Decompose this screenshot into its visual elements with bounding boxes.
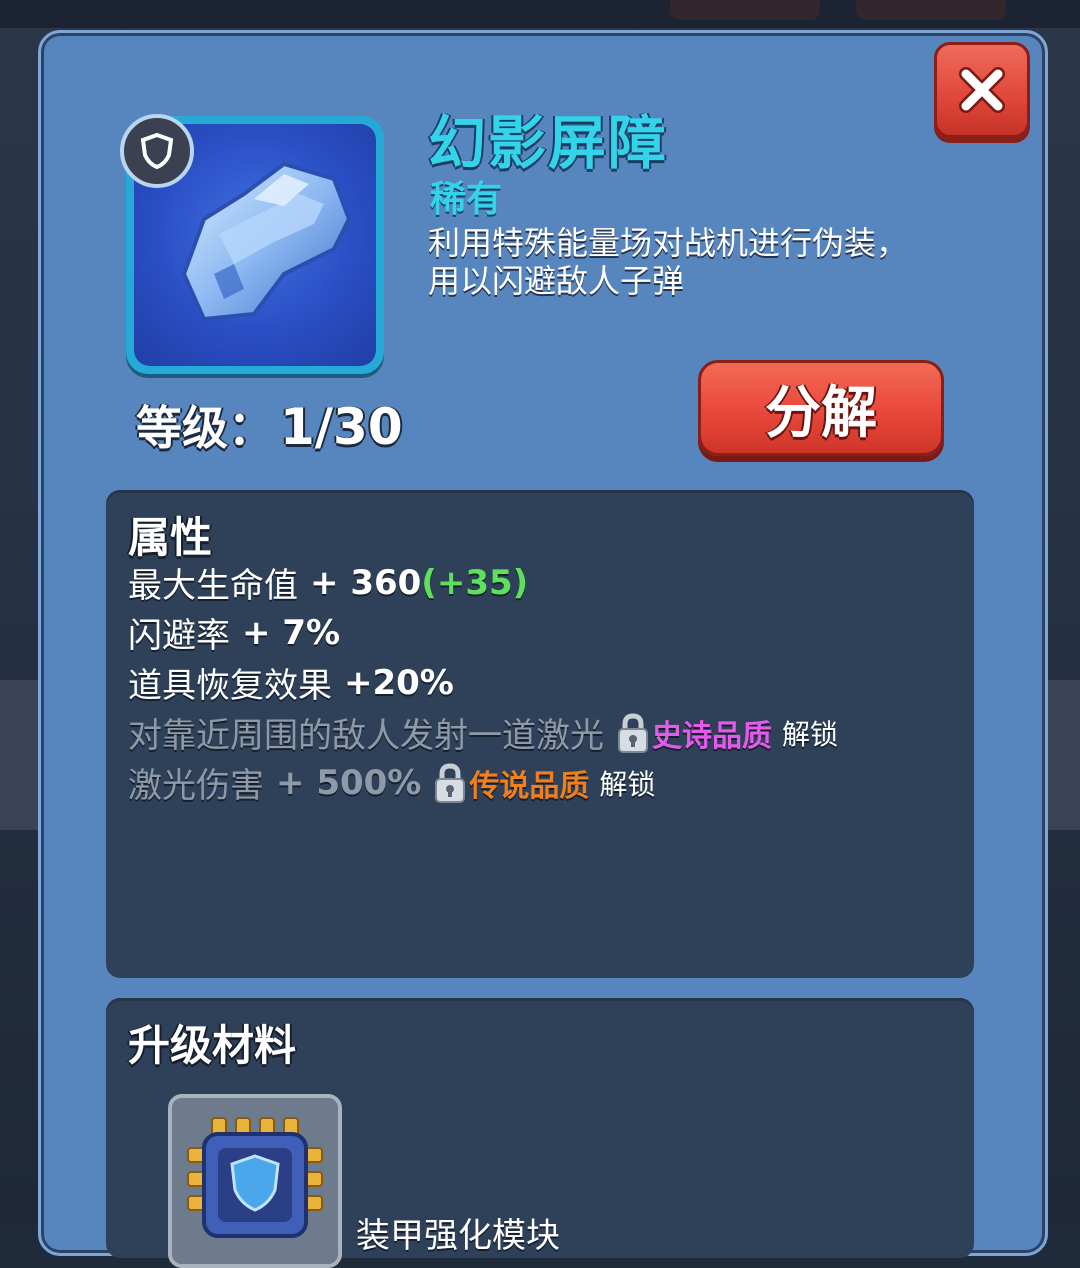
attribute-label: 激光伤害 bbox=[128, 766, 264, 806]
level-value: 1/30 bbox=[280, 398, 403, 456]
level-label: 等级： bbox=[136, 401, 274, 455]
decompose-button[interactable]: 分解 bbox=[698, 360, 944, 456]
materials-title: 升级材料 bbox=[128, 1021, 297, 1070]
close-icon bbox=[959, 67, 1005, 113]
material-name: 装甲强化模块 bbox=[356, 1216, 560, 1256]
attribute-label: 最大生命值 bbox=[128, 566, 298, 606]
attribute-label: 闪避率 bbox=[128, 616, 230, 656]
attribute-value: + 360 bbox=[310, 562, 422, 603]
locked-attribute-laser-damage: 激光伤害 + 500% 传说品质 解锁 bbox=[128, 758, 655, 807]
attribute-label: 道具恢复效果 bbox=[128, 666, 332, 706]
attributes-panel: 属性 最大生命值 + 360 (+35) 闪避率 + 7% 道具恢复效果 +20… bbox=[106, 490, 974, 978]
attribute-line-max-hp: 最大生命值 + 360 (+35) bbox=[128, 558, 528, 607]
attribute-label: 对靠近周围的敌人发射一道激光 bbox=[128, 716, 604, 756]
material-slot[interactable] bbox=[168, 1094, 342, 1268]
upgrade-materials-panel: 升级材料 装甲强化模块 bbox=[106, 998, 974, 1268]
attribute-value: +20% bbox=[344, 662, 454, 703]
shield-icon bbox=[120, 114, 194, 188]
attribute-bonus: (+35) bbox=[421, 562, 529, 603]
close-button[interactable] bbox=[934, 42, 1030, 138]
unlock-label: 解锁 bbox=[782, 717, 839, 751]
item-description: 利用特殊能量场对战机进行伪装，用以闪避敌人子弹 bbox=[428, 224, 909, 300]
item-name: 幻影屏障 bbox=[428, 109, 669, 177]
quality-epic-label: 史诗品质 bbox=[652, 718, 772, 754]
attribute-value: + 7% bbox=[242, 612, 341, 653]
level-display: 等级： 1/30 bbox=[136, 392, 403, 458]
attributes-title: 属性 bbox=[128, 513, 213, 562]
chip-module-icon bbox=[172, 1098, 338, 1264]
background-panel-left bbox=[0, 680, 40, 830]
top-bar-obscured bbox=[0, 0, 1080, 28]
lock-icon bbox=[618, 712, 648, 753]
obscured-level-tag bbox=[856, 0, 1006, 20]
quality-legendary-label: 传说品质 bbox=[469, 768, 590, 804]
item-rarity: 稀有 bbox=[430, 179, 503, 220]
attribute-value: + 500% bbox=[276, 762, 422, 803]
obscured-level-tag bbox=[670, 0, 820, 20]
attribute-line-dodge: 闪避率 + 7% bbox=[128, 608, 340, 657]
unlock-label: 解锁 bbox=[599, 767, 656, 801]
attribute-line-item-recovery: 道具恢复效果 +20% bbox=[128, 658, 454, 707]
locked-attribute-laser: 对靠近周围的敌人发射一道激光 史诗品质 解锁 bbox=[128, 708, 838, 757]
lock-icon bbox=[435, 762, 466, 803]
